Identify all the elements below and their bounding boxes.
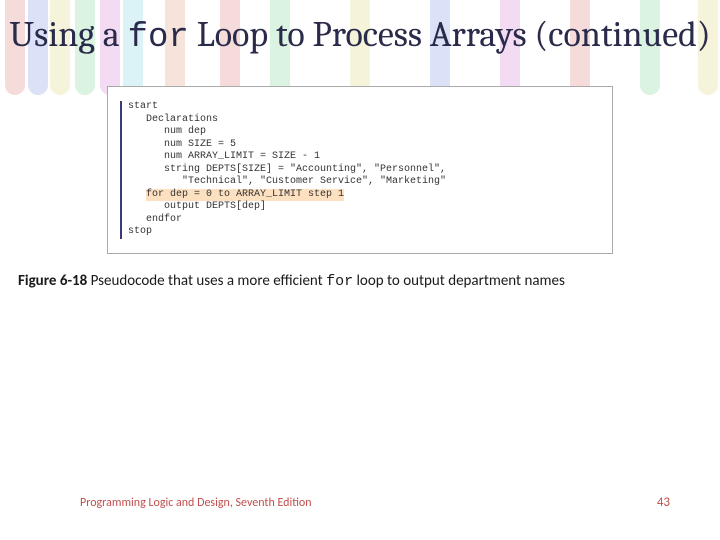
code-left-bar bbox=[120, 101, 122, 239]
caption-mono: for bbox=[326, 273, 353, 290]
code-container: start Declarations num dep num SIZE = 5 … bbox=[120, 101, 600, 239]
figure-caption: Figure 6-18 Pseudocode that uses a more … bbox=[18, 272, 702, 292]
title-post: Loop to Process Arrays (continued) bbox=[189, 14, 711, 55]
footer-book-title: Programming Logic and Design, Seventh Ed… bbox=[80, 496, 312, 510]
pseudocode-block: start Declarations num dep num SIZE = 5 … bbox=[128, 101, 600, 239]
highlighted-line: for dep = 0 to ARRAY_LIMIT step 1 bbox=[146, 189, 344, 202]
figure-label: Figure 6-18 bbox=[18, 272, 87, 290]
caption-post: loop to output department names bbox=[353, 272, 565, 290]
pseudocode-figure: start Declarations num dep num SIZE = 5 … bbox=[107, 86, 613, 254]
caption-pre: Pseudocode that uses a more efficient bbox=[87, 272, 326, 290]
slide-title: Using a for Loop to Process Arrays (cont… bbox=[0, 0, 720, 58]
title-pre: Using a bbox=[9, 14, 127, 55]
title-mono: for bbox=[128, 19, 189, 57]
footer-page-number: 43 bbox=[657, 495, 670, 510]
